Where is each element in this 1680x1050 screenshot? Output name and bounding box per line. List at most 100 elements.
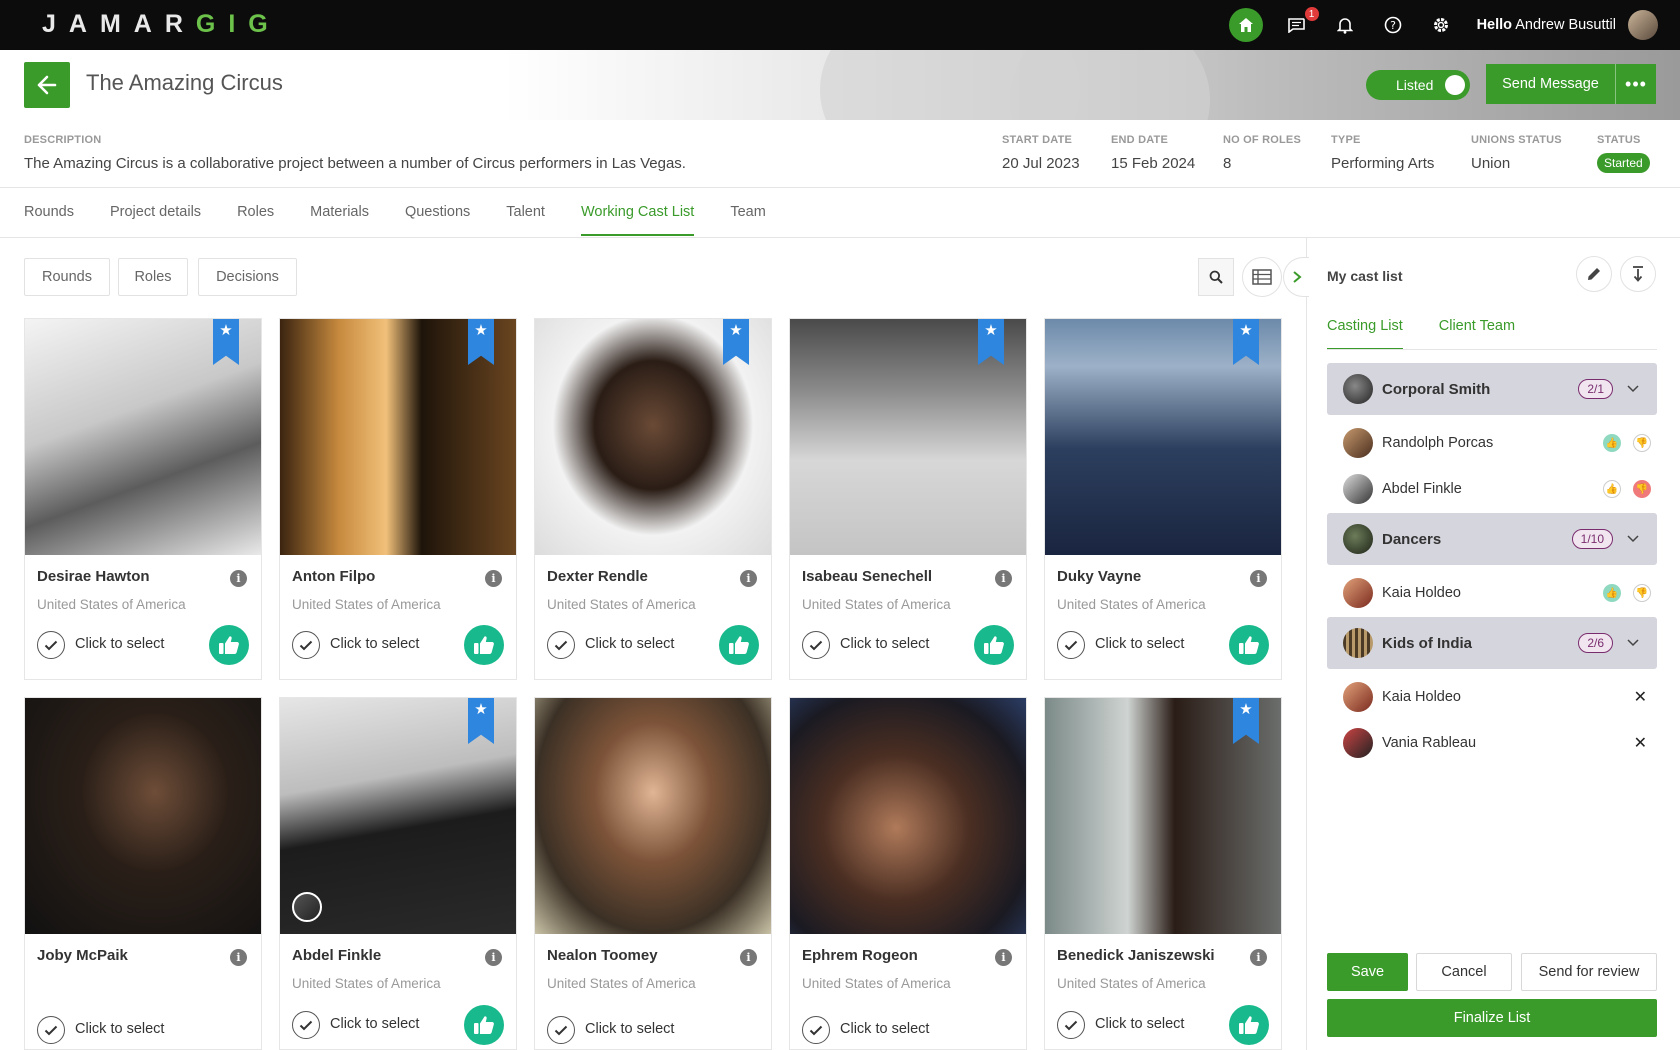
- thumb-up-icon[interactable]: 👍: [1603, 434, 1621, 452]
- home-icon[interactable]: [1228, 8, 1263, 42]
- close-icon[interactable]: ✕: [1634, 733, 1647, 753]
- select-checkbox[interactable]: [547, 1016, 575, 1044]
- click-to-select-label[interactable]: Click to select: [585, 1021, 674, 1037]
- click-to-select-label[interactable]: Click to select: [75, 636, 164, 652]
- select-checkbox[interactable]: [292, 631, 320, 659]
- star-ribbon-icon[interactable]: ★: [1233, 319, 1259, 365]
- filter-roles[interactable]: Roles: [118, 258, 188, 296]
- user-greeting[interactable]: Hello Andrew Busuttil: [1477, 17, 1616, 33]
- select-checkbox[interactable]: [292, 1011, 320, 1039]
- finalize-list-button[interactable]: Finalize List: [1327, 999, 1657, 1037]
- thumbs-up-icon[interactable]: [464, 625, 504, 665]
- talent-name[interactable]: Joby McPaik: [37, 947, 128, 964]
- save-button[interactable]: Save: [1327, 953, 1408, 991]
- star-ribbon-icon[interactable]: ★: [723, 319, 749, 365]
- send-message-button[interactable]: Send Message: [1486, 64, 1616, 104]
- talent-card[interactable]: Nealon Toomey i United States of America Cl…: [534, 697, 772, 1050]
- thumb-down-icon[interactable]: 👎: [1633, 480, 1651, 498]
- info-icon[interactable]: i: [995, 570, 1012, 587]
- tab-team[interactable]: Team: [730, 200, 765, 236]
- talent-photo[interactable]: [790, 698, 1026, 934]
- cancel-button[interactable]: Cancel: [1416, 953, 1512, 991]
- tab-casting-list[interactable]: Casting List: [1327, 318, 1403, 350]
- tab-talent[interactable]: Talent: [506, 200, 545, 236]
- filter-decisions[interactable]: Decisions: [198, 258, 297, 296]
- thumb-down-icon[interactable]: 👎: [1633, 434, 1651, 452]
- talent-photo[interactable]: [25, 698, 261, 934]
- cast-member[interactable]: Kaia Holdeo 👍 👎: [1343, 575, 1657, 611]
- thumbs-up-icon[interactable]: [209, 625, 249, 665]
- messages-icon[interactable]: 1: [1285, 5, 1321, 37]
- cast-member[interactable]: Vania Rableau ✕: [1343, 725, 1657, 761]
- bell-icon[interactable]: [1333, 13, 1357, 37]
- click-to-select-label[interactable]: Click to select: [75, 1021, 164, 1037]
- thumbs-up-icon[interactable]: [719, 625, 759, 665]
- info-icon[interactable]: i: [230, 570, 247, 587]
- talent-photo[interactable]: ★: [1045, 319, 1281, 555]
- close-icon[interactable]: ✕: [1634, 687, 1647, 707]
- cast-group-dancers[interactable]: Dancers 1/10: [1327, 513, 1657, 565]
- click-to-select-label[interactable]: Click to select: [585, 636, 674, 652]
- select-checkbox[interactable]: [802, 631, 830, 659]
- talent-name[interactable]: Ephrem Rogeon: [802, 947, 918, 964]
- talent-card[interactable]: ★ Duky Vayne i United States of America Clic…: [1044, 318, 1282, 680]
- cast-group-kids-of-india[interactable]: Kids of India 2/6: [1327, 617, 1657, 669]
- star-ribbon-icon[interactable]: ★: [978, 319, 1004, 365]
- talent-card[interactable]: ★ Benedick Janiszewski i United States of A…: [1044, 697, 1282, 1050]
- list-view-icon[interactable]: [1242, 257, 1282, 297]
- info-icon[interactable]: i: [995, 949, 1012, 966]
- select-checkbox[interactable]: [802, 1016, 830, 1044]
- star-ribbon-icon[interactable]: ★: [213, 319, 239, 365]
- talent-name[interactable]: Anton Filpo: [292, 568, 375, 585]
- listed-toggle[interactable]: Listed: [1366, 70, 1470, 100]
- select-checkbox[interactable]: [1057, 1011, 1085, 1039]
- user-avatar[interactable]: [1628, 10, 1658, 40]
- sort-icon[interactable]: [1620, 256, 1656, 292]
- select-checkbox[interactable]: [1057, 631, 1085, 659]
- thumbs-up-icon[interactable]: [974, 625, 1014, 665]
- talent-photo[interactable]: ★: [1045, 698, 1281, 934]
- tab-questions[interactable]: Questions: [405, 200, 470, 236]
- tab-roles[interactable]: Roles: [237, 200, 274, 236]
- talent-name[interactable]: Nealon Toomey: [547, 947, 658, 964]
- app-logo[interactable]: JAMARGIG: [42, 10, 281, 39]
- talent-photo[interactable]: [535, 698, 771, 934]
- star-ribbon-icon[interactable]: ★: [1233, 698, 1259, 744]
- talent-photo[interactable]: ★: [280, 698, 516, 934]
- thumb-up-icon[interactable]: 👍: [1603, 584, 1621, 602]
- info-icon[interactable]: i: [230, 949, 247, 966]
- tab-rounds[interactable]: Rounds: [24, 200, 74, 236]
- talent-card[interactable]: Ephrem Rogeon i United States of America Cl…: [789, 697, 1027, 1050]
- select-checkbox[interactable]: [37, 1016, 65, 1044]
- talent-card[interactable]: ★ Desirae Hawton i United States of America…: [24, 318, 262, 680]
- talent-photo[interactable]: ★: [535, 319, 771, 555]
- talent-card[interactable]: ★ Abdel Finkle i United States of America Cl…: [279, 697, 517, 1050]
- info-icon[interactable]: i: [485, 949, 502, 966]
- talent-name[interactable]: Duky Vayne: [1057, 568, 1141, 585]
- talent-card[interactable]: Joby McPaik i Click to select: [24, 697, 262, 1050]
- talent-photo[interactable]: ★: [25, 319, 261, 555]
- thumbs-up-icon[interactable]: [1229, 625, 1269, 665]
- settings-icon[interactable]: [1429, 13, 1453, 37]
- talent-name[interactable]: Isabeau Senechell: [802, 568, 932, 585]
- send-for-review-button[interactable]: Send for review: [1521, 953, 1657, 991]
- star-ribbon-icon[interactable]: ★: [468, 319, 494, 365]
- select-checkbox[interactable]: [37, 631, 65, 659]
- click-to-select-label[interactable]: Click to select: [330, 636, 419, 652]
- click-to-select-label[interactable]: Click to select: [1095, 636, 1184, 652]
- thumbs-up-icon[interactable]: [464, 1005, 504, 1045]
- help-icon[interactable]: ?: [1381, 13, 1405, 37]
- click-to-select-label[interactable]: Click to select: [840, 1021, 929, 1037]
- talent-photo[interactable]: ★: [790, 319, 1026, 555]
- info-icon[interactable]: i: [1250, 570, 1267, 587]
- talent-card[interactable]: ★ Dexter Rendle i United States of America C…: [534, 318, 772, 680]
- talent-card[interactable]: ★ Isabeau Senechell i United States of Amer…: [789, 318, 1027, 680]
- chevron-down-icon[interactable]: [1627, 636, 1639, 650]
- info-icon[interactable]: i: [1250, 949, 1267, 966]
- cast-member[interactable]: Kaia Holdeo ✕: [1343, 679, 1657, 715]
- click-to-select-label[interactable]: Click to select: [1095, 1016, 1184, 1032]
- thumb-down-icon[interactable]: 👎: [1633, 584, 1651, 602]
- thumb-up-icon[interactable]: 👍: [1603, 480, 1621, 498]
- edit-icon[interactable]: [1576, 256, 1612, 292]
- click-to-select-label[interactable]: Click to select: [330, 1016, 419, 1032]
